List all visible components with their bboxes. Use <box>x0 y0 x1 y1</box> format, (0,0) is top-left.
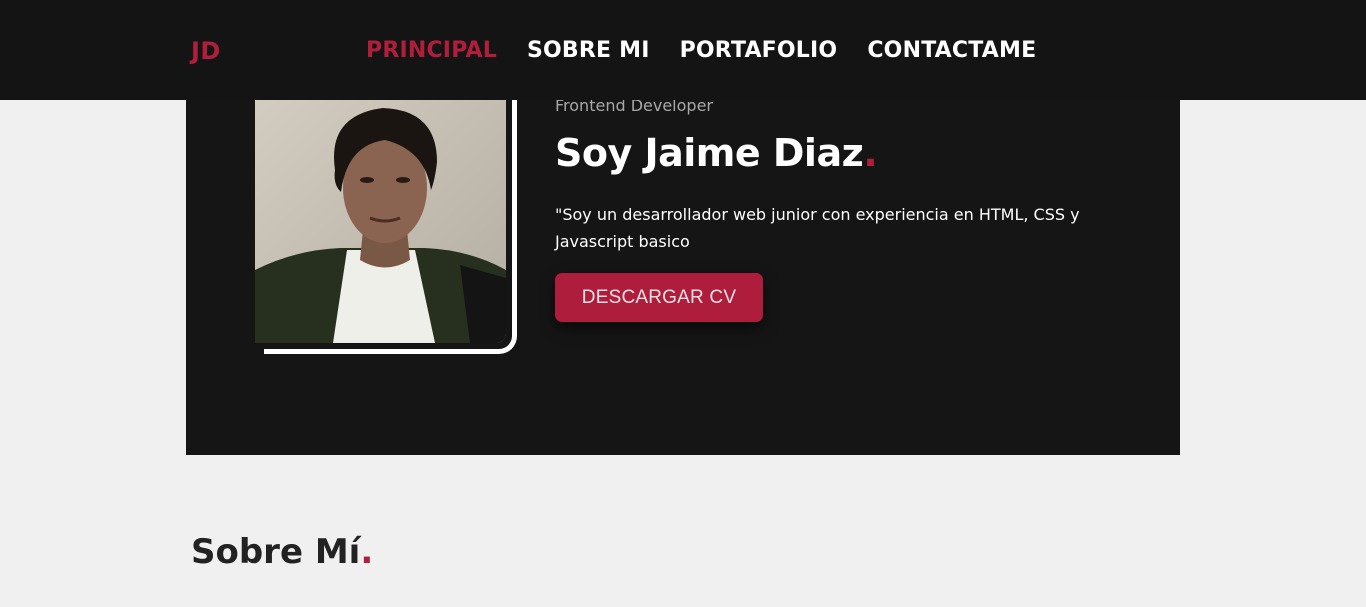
nav-link-sobre-mi[interactable]: SOBRE MI <box>527 36 650 66</box>
headline-accent-dot: . <box>863 131 878 175</box>
about-title-text: Sobre Mí <box>191 532 361 572</box>
logo-link[interactable]: JD <box>191 36 221 66</box>
hero-headline-text: Soy Jaime Diaz <box>555 131 864 175</box>
about-section-title: Sobre Mí. <box>191 530 373 574</box>
profile-photo <box>255 100 506 343</box>
about-title-accent-dot: . <box>360 532 374 572</box>
hero-headline: Soy Jaime Diaz. <box>555 128 878 178</box>
nav-link-principal[interactable]: PRINCIPAL <box>366 36 497 66</box>
download-cv-button[interactable]: DESCARGAR CV <box>555 273 763 322</box>
navbar: JD PRINCIPAL SOBRE MI PORTAFOLIO CONTACT… <box>0 0 1366 100</box>
hero-section: Frontend Developer Soy Jaime Diaz. "Soy … <box>186 80 1180 455</box>
intro-text: "Soy un desarrollador web junior con exp… <box>555 205 1080 251</box>
nav-links: PRINCIPAL SOBRE MI PORTAFOLIO CONTACTAME <box>366 36 1036 66</box>
nav-link-portafolio[interactable]: PORTAFOLIO <box>680 36 838 66</box>
nav-link-contactame[interactable]: CONTACTAME <box>867 36 1036 66</box>
